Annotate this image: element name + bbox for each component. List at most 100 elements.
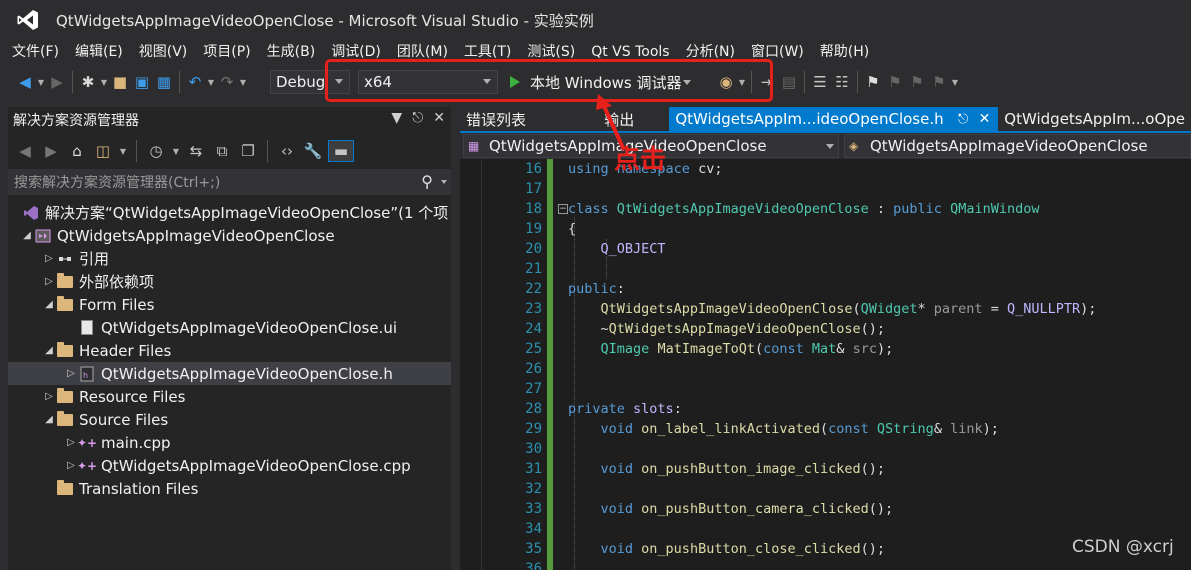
code-line: void on_pushButton_camera_clicked(); xyxy=(600,501,894,517)
type-scope-dropdown[interactable]: ◈ QtWidgetsAppImageVideoOpenClose xyxy=(844,134,1191,158)
close-icon[interactable]: ✕ xyxy=(433,110,445,126)
expanded-arrow-icon[interactable]: ◢ xyxy=(42,299,56,310)
pending-changes-filter-icon[interactable]: ◷ xyxy=(145,140,167,162)
back-icon[interactable]: ◀ xyxy=(14,140,36,162)
undo-icon[interactable]: ↶ xyxy=(184,71,206,93)
solution-tree: 解决方案“QtWidgetsAppImageVideoOpenClose”(1 … xyxy=(8,201,451,500)
back-icon[interactable]: ◀ xyxy=(14,71,36,93)
window-position-icon[interactable]: ▼ xyxy=(391,110,402,126)
view-code-icon[interactable]: ‹› xyxy=(276,140,298,162)
clear-bookmarks-icon[interactable]: ⚑ xyxy=(928,71,950,93)
new-project-dropdown-icon[interactable]: ▼ xyxy=(99,78,109,87)
home-icon[interactable]: ⌂ xyxy=(66,140,88,162)
menu-build[interactable]: 生成(B) xyxy=(259,40,324,64)
code-line: private slots: xyxy=(568,401,682,417)
tree-item[interactable]: 解决方案“QtWidgetsAppImageVideoOpenClose”(1 … xyxy=(8,201,451,224)
code-line: QtWidgetsAppImageVideoOpenClose(QWidget*… xyxy=(600,301,1097,317)
bookmark-icon[interactable]: ⚑ xyxy=(862,71,884,93)
tree-item[interactable]: ◢ Source Files xyxy=(8,408,451,431)
open-folder-icon[interactable]: ■ xyxy=(109,71,131,93)
code-line: void on_pushButton_image_clicked(); xyxy=(600,461,886,477)
tree-item[interactable]: ◢ Header Files xyxy=(8,339,451,362)
back-dropdown-icon[interactable]: ▼ xyxy=(36,78,46,87)
line-number: 27 xyxy=(525,381,542,397)
collapsed-arrow-icon[interactable]: ▷ xyxy=(42,253,56,264)
save-all-icon[interactable]: ▦ xyxy=(153,71,175,93)
save-icon[interactable]: ▣ xyxy=(131,71,153,93)
filter-dropdown-icon[interactable]: ▼ xyxy=(171,147,181,156)
document-tabs: 错误列表 输出 QtWidgetsAppIm...ideoOpenClose.h… xyxy=(460,107,1191,131)
collapsed-arrow-icon[interactable]: ▷ xyxy=(42,391,56,402)
new-project-icon[interactable]: ✱ xyxy=(77,71,99,93)
menu-file[interactable]: 文件(F) xyxy=(4,40,67,64)
switch-views-icon[interactable]: ◫ xyxy=(92,140,114,162)
solution-explorer-search[interactable]: 搜索解决方案资源管理器(Ctrl+;) ⚲ xyxy=(8,169,451,195)
expanded-arrow-icon[interactable]: ◢ xyxy=(20,230,34,241)
menu-help[interactable]: 帮助(H) xyxy=(812,40,877,64)
tab-error-list[interactable]: 错误列表 xyxy=(460,107,578,131)
sync-with-document-icon[interactable]: ⇆ xyxy=(185,140,207,162)
line-number: 30 xyxy=(525,441,542,457)
collapsed-arrow-icon[interactable]: ▷ xyxy=(64,460,78,471)
show-all-files-icon[interactable]: ❐ xyxy=(237,140,259,162)
editor-glyph-margin xyxy=(460,159,482,570)
tree-item[interactable]: ▷ Resource Files xyxy=(8,385,451,408)
tree-item[interactable]: ▷ 引用 xyxy=(8,247,451,270)
forward-icon[interactable]: ▶ xyxy=(46,71,68,93)
collapsed-arrow-icon[interactable]: ▷ xyxy=(64,368,78,379)
pin-icon[interactable]: ⎋ xyxy=(958,112,968,127)
properties-wrench-icon[interactable]: 🔧 xyxy=(302,140,324,162)
step-over-icon[interactable]: ▤ xyxy=(778,71,800,93)
search-options-icon[interactable] xyxy=(441,180,447,184)
tree-item[interactable]: ▷ ✦+ main.cpp xyxy=(8,431,451,454)
tab-source-file[interactable]: QtWidgetsAppIm...oOpe xyxy=(998,107,1191,131)
redo-dropdown-icon[interactable]: ▼ xyxy=(238,78,248,87)
project-icon: ▦ xyxy=(468,139,480,153)
expanded-arrow-icon[interactable]: ◢ xyxy=(42,345,56,356)
tree-item[interactable]: ◢ Form Files xyxy=(8,293,451,316)
expanded-arrow-icon[interactable]: ◢ xyxy=(42,414,56,425)
code-line: ~QtWidgetsAppImageVideoOpenClose(); xyxy=(568,321,886,337)
menu-view[interactable]: 视图(V) xyxy=(131,40,196,64)
project-icon xyxy=(34,228,52,244)
next-bookmark-icon[interactable]: ⚑ xyxy=(906,71,928,93)
redo-icon[interactable]: ↷ xyxy=(216,71,238,93)
tree-item-label: QtWidgetsAppImageVideoOpenClose.ui xyxy=(101,318,398,337)
tree-item[interactable]: ▷ h QtWidgetsAppImageVideoOpenClose.h xyxy=(8,362,451,385)
tab-header-file[interactable]: QtWidgetsAppIm...ideoOpenClose.h ⎋ ✕ xyxy=(669,107,999,131)
collapsed-arrow-icon[interactable]: ▷ xyxy=(42,276,56,287)
forward-icon[interactable]: ▶ xyxy=(40,140,62,162)
folder-icon xyxy=(56,479,74,497)
menu-edit[interactable]: 编辑(E) xyxy=(67,40,131,64)
menu-project[interactable]: 项目(P) xyxy=(195,40,258,64)
close-tab-icon[interactable]: ✕ xyxy=(979,111,991,127)
tree-item[interactable]: Translation Files xyxy=(8,477,451,500)
code-lines: using namespace cv; class QtWidgetsAppIm… xyxy=(568,159,1188,570)
tree-item[interactable]: ▷ ✦+ QtWidgetsAppImageVideoOpenClose.cpp xyxy=(8,454,451,477)
line-number: 36 xyxy=(525,561,542,570)
comment-lines-icon[interactable]: ☰ xyxy=(809,71,831,93)
tree-item[interactable]: ▷ 外部依赖项 xyxy=(8,270,451,293)
search-icon[interactable]: ⚲ xyxy=(421,172,433,191)
panel-splitter[interactable] xyxy=(451,107,460,570)
class-icon: ◈ xyxy=(849,139,859,153)
code-editor[interactable]: 16 17 18 19 20 21 22 23 24 25 26 27 28 29 30 31 32 33 34 35… xyxy=(460,159,1191,570)
previous-bookmark-icon[interactable]: ⚑ xyxy=(884,71,906,93)
cpp-file-icon: ✦+ xyxy=(76,435,98,450)
switch-views-dropdown-icon[interactable]: ▼ xyxy=(118,147,128,156)
collapsed-arrow-icon[interactable]: ▷ xyxy=(64,437,78,448)
uncomment-lines-icon[interactable]: ☷ xyxy=(831,71,853,93)
collapse-region-icon[interactable]: − xyxy=(558,204,568,214)
chevron-down-icon xyxy=(826,144,834,149)
tree-item[interactable]: ◢ QtWidgetsAppImageVideoOpenClose xyxy=(8,224,451,247)
tree-item[interactable]: QtWidgetsAppImageVideoOpenClose.ui xyxy=(8,316,451,339)
toolbar-overflow-icon[interactable]: ▼ xyxy=(950,78,960,87)
pin-icon[interactable]: ⎋ xyxy=(412,110,423,126)
collapse-all-icon[interactable]: ⧉ xyxy=(211,140,233,162)
undo-dropdown-icon[interactable]: ▼ xyxy=(206,78,216,87)
tree-item-label: Source Files xyxy=(79,410,169,429)
line-number: 35 xyxy=(525,541,542,557)
preview-selected-items-icon[interactable]: ▬ xyxy=(328,140,354,162)
